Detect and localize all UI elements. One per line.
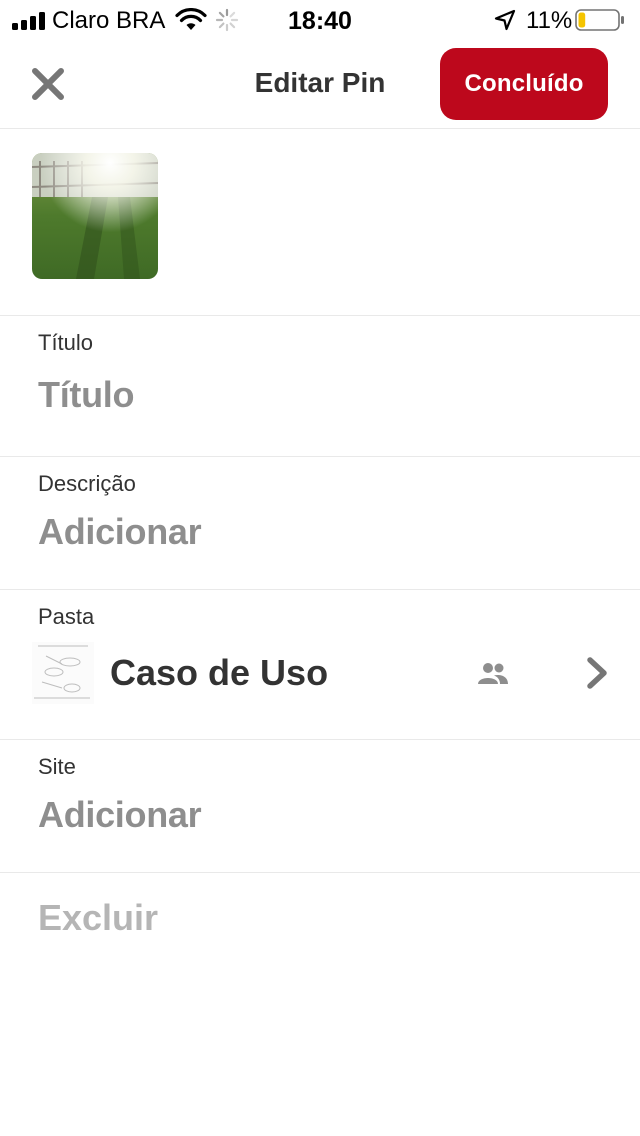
description-field[interactable]: Descrição Adicionar — [0, 457, 640, 590]
close-button[interactable] — [26, 62, 70, 106]
pin-image[interactable] — [32, 153, 158, 279]
board-name: Caso de Uso — [110, 652, 329, 693]
title-field[interactable]: Título Título — [0, 316, 640, 457]
site-field[interactable]: Site Adicionar — [0, 740, 640, 873]
board-thumbnail — [32, 642, 94, 704]
status-bar: Claro BRA 18:40 11% — [0, 0, 640, 40]
title-label: Título — [38, 330, 94, 355]
navigation-bar: Editar Pin Concluído — [0, 40, 640, 129]
board-field[interactable]: Pasta Caso de Uso — [0, 590, 640, 740]
group-icon — [478, 663, 508, 684]
delete-button[interactable]: Excluir — [38, 897, 158, 939]
page-title: Editar Pin — [254, 67, 386, 98]
title-input[interactable]: Título — [38, 374, 134, 416]
chevron-right-icon[interactable] — [584, 656, 610, 690]
close-icon — [32, 68, 64, 100]
done-button[interactable]: Concluído — [440, 48, 608, 120]
site-input[interactable]: Adicionar — [38, 794, 202, 836]
battery-percent: 11% — [526, 7, 573, 34]
location-arrow-icon — [494, 9, 516, 31]
description-input[interactable]: Adicionar — [38, 511, 202, 553]
site-label: Site — [38, 754, 76, 779]
battery-icon — [575, 9, 624, 31]
board-label: Pasta — [38, 604, 95, 629]
pin-image-section — [0, 129, 640, 316]
description-label: Descrição — [38, 471, 136, 496]
